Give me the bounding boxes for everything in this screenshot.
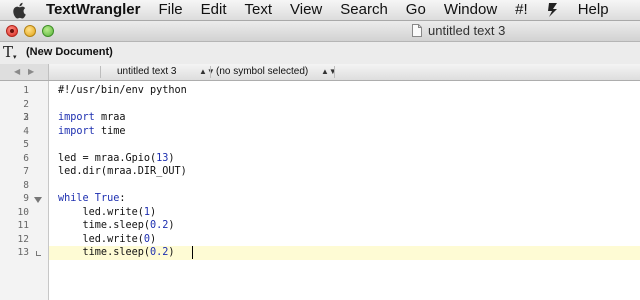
- nav-divider: [210, 66, 211, 78]
- code-line-11: time.sleep(0.2): [58, 220, 175, 231]
- window-title-bar: [0, 21, 640, 42]
- document-name-label: (New Document): [26, 46, 113, 58]
- code-line-3: import mraa: [58, 112, 126, 123]
- back-arrow-icon[interactable]: ◀: [14, 64, 20, 80]
- nav-divider: [100, 66, 101, 78]
- menu-help[interactable]: Help: [569, 0, 618, 20]
- text-cursor: [192, 246, 193, 259]
- apple-menu-icon[interactable]: [12, 2, 28, 19]
- line-number: 11: [17, 220, 29, 231]
- line-number: 2: [23, 98, 29, 110]
- code-line-7: led.dir(mraa.DIR_OUT): [58, 166, 187, 177]
- symbol-popup[interactable]: (no symbol selected): [216, 64, 308, 80]
- close-window-button[interactable]: [6, 25, 18, 37]
- menu-file[interactable]: File: [149, 0, 191, 20]
- line-number: 5: [23, 139, 29, 150]
- code-line-12: led.write(0): [58, 233, 157, 245]
- fold-end-icon: [36, 251, 41, 256]
- menu-shebang[interactable]: #!: [506, 0, 537, 20]
- scripts-menu-icon[interactable]: [537, 2, 569, 18]
- line-number: 1: [23, 85, 29, 96]
- fold-collapse-icon[interactable]: [34, 197, 42, 203]
- line-number: 9: [23, 193, 29, 204]
- document-proxy-icon[interactable]: [412, 24, 422, 37]
- document-popup-arrows-icon: ▲▼: [199, 67, 215, 76]
- minimize-window-button[interactable]: [24, 25, 36, 37]
- menu-bar: TextWrangler File Edit Text View Search …: [0, 0, 640, 21]
- code-line-6: led = mraa.Gpio(13): [58, 152, 175, 164]
- app-menu[interactable]: TextWrangler: [42, 0, 149, 20]
- code-line-4: import time: [58, 125, 126, 137]
- code-line-1: #!/usr/bin/env python: [58, 85, 187, 96]
- line-number: 12: [17, 233, 29, 245]
- menu-text[interactable]: Text: [236, 0, 282, 20]
- navigation-buttons: ◀ ▶: [0, 64, 49, 80]
- menu-edit[interactable]: Edit: [192, 0, 236, 20]
- navigation-bar: ◀ ▶ untitled text 3 ▲▼ (no symbol select…: [0, 64, 640, 81]
- nav-divider: [334, 66, 335, 78]
- code-line-10: led.write(1): [58, 206, 157, 218]
- text-editor[interactable]: [49, 81, 640, 300]
- line-number: 8: [23, 179, 29, 191]
- line-number: 6: [23, 152, 29, 164]
- document-popup[interactable]: untitled text 3: [117, 64, 176, 80]
- menu-window[interactable]: Window: [435, 0, 506, 20]
- line-number: 10: [17, 206, 29, 218]
- forward-arrow-icon[interactable]: ▶: [28, 64, 34, 80]
- line-number: 4: [23, 125, 29, 137]
- menu-view[interactable]: View: [281, 0, 331, 20]
- code-line-9: while True:: [58, 193, 126, 204]
- window-title: untitled text 3: [428, 23, 506, 38]
- menu-go[interactable]: Go: [397, 0, 435, 20]
- line-number: 13: [17, 247, 29, 258]
- zoom-window-button[interactable]: [42, 25, 54, 37]
- line-number: 3: [23, 112, 29, 123]
- code-line-13: time.sleep(0.2): [58, 247, 175, 258]
- line-number: 7: [23, 166, 29, 177]
- menu-search[interactable]: Search: [331, 0, 397, 20]
